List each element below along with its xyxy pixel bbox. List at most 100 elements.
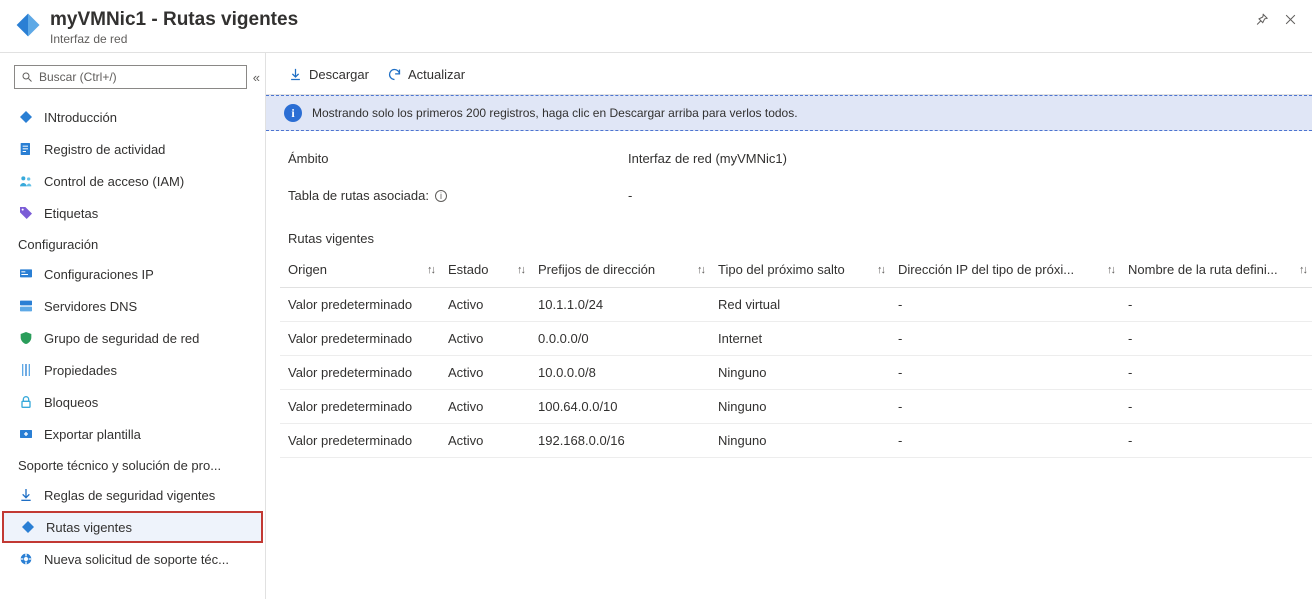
column-header-label: Dirección IP del tipo de próxi... <box>898 262 1074 277</box>
cell-hop: Internet <box>710 322 890 356</box>
sidebar-item-label: Registro de actividad <box>44 142 165 157</box>
table-row[interactable]: Valor predeterminadoActivo0.0.0.0/0Inter… <box>280 322 1312 356</box>
dns-icon <box>18 298 34 314</box>
sidebar-item-config-2[interactable]: Grupo de seguridad de red <box>0 322 265 354</box>
sort-icon[interactable]: ↑↓ <box>517 264 524 276</box>
cell-prefix: 10.0.0.0/8 <box>530 356 710 390</box>
cell-hop: Ninguno <box>710 356 890 390</box>
nic-header-icon <box>14 11 42 39</box>
sidebar-item-top-1[interactable]: Registro de actividad <box>0 133 265 165</box>
cell-hop: Red virtual <box>710 288 890 322</box>
column-header-5[interactable]: Nombre de la ruta defini...↑↓ <box>1120 252 1312 288</box>
sidebar-item-label: INtroducción <box>44 110 117 125</box>
route-table-label: Tabla de rutas asociada: i <box>288 188 628 203</box>
table-row[interactable]: Valor predeterminadoActivo192.168.0.0/16… <box>280 424 1312 458</box>
cell-origin: Valor predeterminado <box>280 424 440 458</box>
sort-icon[interactable]: ↑↓ <box>1299 264 1306 276</box>
column-header-1[interactable]: Estado ↑↓ <box>440 252 530 288</box>
cell-name: - <box>1120 424 1312 458</box>
collapse-sidebar-icon[interactable]: « <box>253 70 257 85</box>
lock-icon <box>18 394 34 410</box>
sidebar-item-support-1[interactable]: Rutas vigentes <box>2 511 263 543</box>
cell-origin: Valor predeterminado <box>280 288 440 322</box>
cell-hop: Ninguno <box>710 390 890 424</box>
info-banner-text: Mostrando solo los primeros 200 registro… <box>312 106 798 120</box>
download-button[interactable]: Descargar <box>288 67 369 82</box>
download-label: Descargar <box>309 67 369 82</box>
info-icon: i <box>284 104 302 122</box>
sidebar-item-label: Reglas de seguridad vigentes <box>44 488 215 503</box>
sidebar-item-support-0[interactable]: Reglas de seguridad vigentes <box>0 479 265 511</box>
cell-prefix: 192.168.0.0/16 <box>530 424 710 458</box>
shield-icon <box>18 330 34 346</box>
info-banner: i Mostrando solo los primeros 200 regist… <box>266 95 1312 131</box>
cell-hopip: - <box>890 356 1120 390</box>
column-header-0[interactable]: Origen ↑↓ <box>280 252 440 288</box>
sidebar-item-config-5[interactable]: Exportar plantilla <box>0 418 265 450</box>
sidebar-item-label: Configuraciones IP <box>44 267 154 282</box>
sidebar-item-label: Grupo de seguridad de red <box>44 331 199 346</box>
sort-icon[interactable]: ↑↓ <box>697 264 704 276</box>
column-header-label: Tipo del próximo salto <box>718 262 845 277</box>
refresh-button[interactable]: Actualizar <box>387 67 465 82</box>
cell-hopip: - <box>890 390 1120 424</box>
sidebar-item-label: Exportar plantilla <box>44 427 141 442</box>
routes-icon <box>20 519 36 535</box>
toolbar: Descargar Actualizar <box>266 53 1312 95</box>
sort-icon[interactable]: ↑↓ <box>877 264 884 276</box>
scope-label: Ámbito <box>288 151 628 166</box>
cell-hopip: - <box>890 424 1120 458</box>
sidebar-item-config-3[interactable]: Propiedades <box>0 354 265 386</box>
sidebar-item-label: Rutas vigentes <box>46 520 132 535</box>
page-subtitle: Interfaz de red <box>50 32 1254 46</box>
table-row[interactable]: Valor predeterminadoActivo10.1.1.0/24Red… <box>280 288 1312 322</box>
column-header-label: Origen <box>288 262 327 277</box>
sidebar-item-top-2[interactable]: Control de acceso (IAM) <box>0 165 265 197</box>
cell-state: Activo <box>440 390 530 424</box>
sort-icon[interactable]: ↑↓ <box>427 264 434 276</box>
sidebar-item-top-3[interactable]: Etiquetas <box>0 197 265 229</box>
table-row[interactable]: Valor predeterminadoActivo10.0.0.0/8Ning… <box>280 356 1312 390</box>
sidebar-item-support-2[interactable]: Nueva solicitud de soporte téc... <box>0 543 265 575</box>
cell-prefix: 0.0.0.0/0 <box>530 322 710 356</box>
nic-icon <box>18 109 34 125</box>
page-title: myVMNic1 - Rutas vigentes <box>50 8 1254 32</box>
support-icon <box>18 551 34 567</box>
pin-icon[interactable] <box>1254 12 1269 30</box>
cell-origin: Valor predeterminado <box>280 322 440 356</box>
props-icon <box>18 362 34 378</box>
route-table-value: - <box>628 188 632 203</box>
sort-icon[interactable]: ↑↓ <box>1107 264 1114 276</box>
cell-name: - <box>1120 322 1312 356</box>
sidebar-item-label: Nueva solicitud de soporte téc... <box>44 552 229 567</box>
close-icon[interactable] <box>1283 12 1298 30</box>
cell-state: Activo <box>440 288 530 322</box>
search-placeholder: Buscar (Ctrl+/) <box>39 70 117 84</box>
refresh-label: Actualizar <box>408 67 465 82</box>
sidebar-item-config-4[interactable]: Bloqueos <box>0 386 265 418</box>
cell-prefix: 10.1.1.0/24 <box>530 288 710 322</box>
sidebar-item-top-0[interactable]: INtroducción <box>0 101 265 133</box>
cell-state: Activo <box>440 424 530 458</box>
search-input[interactable]: Buscar (Ctrl+/) <box>14 65 247 89</box>
info-tooltip-icon[interactable]: i <box>435 190 447 202</box>
cell-name: - <box>1120 390 1312 424</box>
sidebar-item-config-0[interactable]: Configuraciones IP <box>0 258 265 290</box>
cell-name: - <box>1120 356 1312 390</box>
column-header-4[interactable]: Dirección IP del tipo de próxi... ↑↓ <box>890 252 1120 288</box>
column-header-2[interactable]: Prefijos de dirección ↑↓ <box>530 252 710 288</box>
sidebar-item-config-1[interactable]: Servidores DNS <box>0 290 265 322</box>
column-header-label: Prefijos de dirección <box>538 262 655 277</box>
route-table-label-text: Tabla de rutas asociada: <box>288 188 429 203</box>
column-header-label: Estado <box>448 262 488 277</box>
blade-header: myVMNic1 - Rutas vigentes Interfaz de re… <box>0 0 1312 53</box>
group-soporte: Soporte técnico y solución de pro... <box>0 450 265 479</box>
cell-origin: Valor predeterminado <box>280 356 440 390</box>
table-row[interactable]: Valor predeterminadoActivo100.64.0.0/10N… <box>280 390 1312 424</box>
ipconfig-icon <box>18 266 34 282</box>
cell-hopip: - <box>890 288 1120 322</box>
export-icon <box>18 426 34 442</box>
search-icon <box>21 71 33 83</box>
column-header-3[interactable]: Tipo del próximo salto ↑↓ <box>710 252 890 288</box>
cell-hop: Ninguno <box>710 424 890 458</box>
